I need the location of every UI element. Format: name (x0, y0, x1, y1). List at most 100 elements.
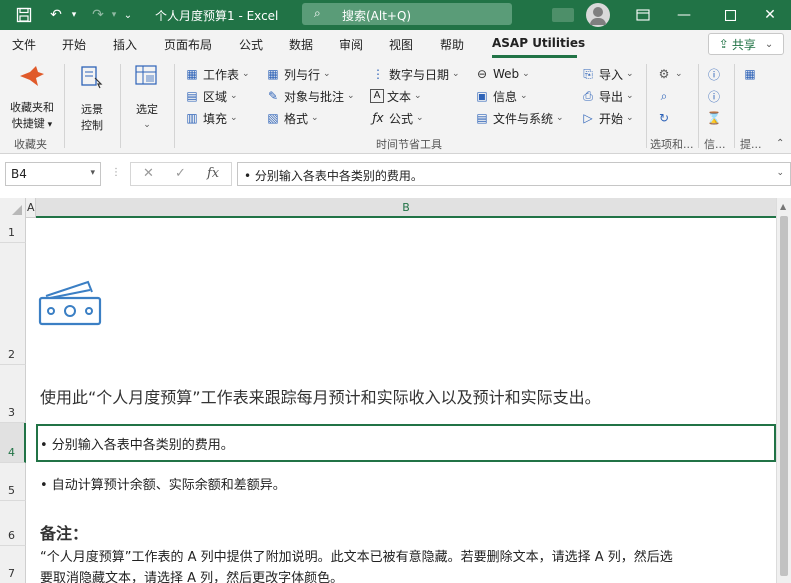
group-separator (698, 64, 699, 148)
fill-menu[interactable]: ▥ 填充 ⌄ (184, 109, 237, 127)
start-menu[interactable]: ▷ 开始 ⌄ (580, 109, 633, 127)
intro-text[interactable]: 使用此“个人月度预算”工作表来跟踪每月预计和实际收入以及预计和实际支出。 (40, 384, 601, 408)
numbers-dates-label: 数字与日期 (389, 67, 450, 82)
information-menu[interactable]: ▣ 信息 ⌄ (474, 87, 527, 105)
redo-icon[interactable]: ↷ (86, 5, 110, 25)
enter-icon[interactable]: ✓ (175, 166, 186, 181)
objects-comments-label: 对象与批注 (284, 89, 345, 104)
share-label: 共享 (731, 37, 756, 52)
tab-review[interactable]: 审阅 (339, 36, 363, 53)
worksheet-menu[interactable]: ▦ 工作表 ⌄ (184, 65, 249, 83)
note-line-1[interactable]: “个人月度预算”工作表的 A 列中提供了附加说明。此文本已被有意隐藏。若要删除文… (40, 546, 673, 565)
timer-button[interactable]: ⌛ (706, 109, 722, 127)
share-button[interactable]: ⇪ 共享 ⌄ (708, 33, 784, 55)
row-header-2[interactable]: 2 (0, 243, 26, 365)
undo-icon[interactable]: ↶ (44, 5, 68, 25)
export-menu[interactable]: ⎙ 导出 ⌄ (580, 87, 633, 105)
repeat-last-button[interactable]: ↻ (656, 109, 672, 127)
row-header-5[interactable]: 5 (0, 463, 26, 501)
export-icon: ⎙ (583, 88, 593, 103)
tab-asap-utilities[interactable]: ASAP Utilities (492, 36, 585, 50)
web-menu[interactable]: ⊖ Web ⌄ (474, 65, 530, 83)
formula-input[interactable]: • 分别输入各表中各类别的费用。 ⌄ (237, 162, 791, 186)
tab-file[interactable]: 文件 (12, 36, 36, 53)
cancel-icon[interactable]: ✕ (143, 166, 154, 181)
row-header-1[interactable]: 1 (0, 218, 26, 243)
avatar[interactable] (586, 3, 610, 27)
tab-view[interactable]: 视图 (389, 36, 413, 53)
collapse-ribbon-icon[interactable]: ⌃ (776, 138, 784, 149)
row-number: 1 (8, 226, 15, 239)
info-button[interactable]: ⓘ (706, 87, 722, 105)
customize-qat-icon[interactable]: ⌄ (122, 5, 134, 25)
redo-dropdown-icon[interactable]: ▾ (108, 5, 120, 25)
text-menu[interactable]: A 文本 ⌄ (370, 87, 422, 105)
row-number: 3 (8, 406, 15, 419)
file-system-menu[interactable]: ▤ 文件与系统 ⌄ (474, 109, 563, 127)
note-line-2[interactable]: 要取消隐藏文本，请选择 A 列，然后更改字体颜色。 (40, 567, 343, 583)
vertical-scrollbar[interactable]: ▲ (776, 198, 791, 583)
money-bill-icon (38, 278, 104, 331)
title-bar: ↶ ▾ ↷ ▾ ⌄ 个人月度预算1 - Excel ⌕ 搜索(Alt+Q) — … (0, 0, 791, 30)
bullet-auto-calc[interactable]: • 自动计算预计余额、实际余额和差额异。 (40, 474, 286, 493)
row-header-4[interactable]: 4 (0, 423, 26, 463)
name-box-dropdown-icon[interactable]: ▾ (90, 168, 95, 178)
file-system-icon: ▤ (476, 111, 488, 125)
note-heading[interactable]: 备注： (40, 520, 88, 544)
row-header-7[interactable]: 7 (0, 546, 26, 583)
scroll-up-icon[interactable]: ▲ (780, 202, 786, 211)
select-button[interactable]: 选定 ⌄ (126, 64, 168, 130)
tab-page-layout[interactable]: 页面布局 (164, 36, 212, 53)
save-icon[interactable] (14, 5, 34, 25)
row-header-3[interactable]: 3 (0, 365, 26, 423)
formula-bar-grip-icon[interactable]: ⋮ (111, 167, 121, 178)
scroll-thumb[interactable] (780, 216, 788, 576)
minimize-icon[interactable]: — (661, 0, 707, 30)
ribbon-tabs: 文件 开始 插入 页面布局 公式 数据 审阅 视图 帮助 ASAP Utilit… (0, 30, 791, 58)
tab-insert[interactable]: 插入 (113, 36, 137, 53)
formulas-menu[interactable]: ƒx 公式 ⌄ (370, 109, 423, 127)
numbers-dates-menu[interactable]: ⋮ 数字与日期 ⌄ (370, 65, 460, 83)
account-name-blurred (552, 8, 574, 22)
fill-icon: ▥ (186, 111, 198, 125)
range-label: 区域 (203, 89, 228, 104)
remote-control-button[interactable]: 远景 控制 (70, 64, 114, 133)
name-box[interactable]: B4 ▾ (5, 162, 101, 186)
tips-button[interactable]: ▦ (742, 65, 758, 83)
calendar-icon: ▦ (744, 67, 756, 81)
ribbon-display-options-icon[interactable] (620, 0, 666, 30)
select-label: 选定 (136, 103, 158, 116)
close-icon[interactable]: ✕ (747, 0, 791, 30)
remote-label-2: 控制 (81, 119, 103, 132)
column-header-b[interactable]: B (36, 198, 776, 218)
worksheet-icon: ▦ (186, 67, 198, 81)
columns-rows-menu[interactable]: ▦ 列与行 ⌄ (265, 65, 330, 83)
tab-home[interactable]: 开始 (62, 36, 86, 53)
bullet-expenses[interactable]: • 分别输入各表中各类别的费用。 (40, 434, 234, 453)
group-separator (734, 64, 735, 148)
help-button[interactable]: ⓘ (706, 65, 722, 83)
format-menu[interactable]: ▧ 格式 ⌄ (265, 109, 318, 127)
select-all-button[interactable] (0, 198, 26, 218)
column-header-a[interactable]: A (26, 198, 36, 218)
tab-data[interactable]: 数据 (289, 36, 313, 53)
insert-function-icon[interactable]: fx (207, 166, 219, 181)
info-icon: ⓘ (707, 89, 720, 104)
objects-comments-menu[interactable]: ✎ 对象与批注 ⌄ (265, 87, 355, 105)
tab-formulas[interactable]: 公式 (239, 36, 263, 53)
expand-formula-bar-icon[interactable]: ⌄ (776, 168, 784, 178)
search-box[interactable]: ⌕ 搜索(Alt+Q) (302, 3, 512, 25)
remote-label-1: 远景 (81, 103, 103, 116)
document-title: 个人月度预算1 - Excel (155, 9, 279, 23)
options-menu[interactable]: ⚙ ⌄ (656, 65, 683, 83)
tab-help[interactable]: 帮助 (440, 36, 464, 53)
find-utility-button[interactable]: ⌕ (656, 87, 672, 105)
favorites-shortcuts-button[interactable]: 收藏夹和 快捷键 ▾ (6, 64, 58, 131)
undo-dropdown-icon[interactable]: ▾ (68, 5, 80, 25)
row-header-6[interactable]: 6 (0, 501, 26, 546)
row-number: 4 (8, 446, 15, 459)
range-menu[interactable]: ▤ 区域 ⌄ (184, 87, 237, 105)
share-dropdown-icon: ⌄ (764, 38, 774, 50)
columns-rows-icon: ▦ (267, 67, 279, 81)
import-menu[interactable]: ⎘ 导入 ⌄ (580, 65, 633, 83)
